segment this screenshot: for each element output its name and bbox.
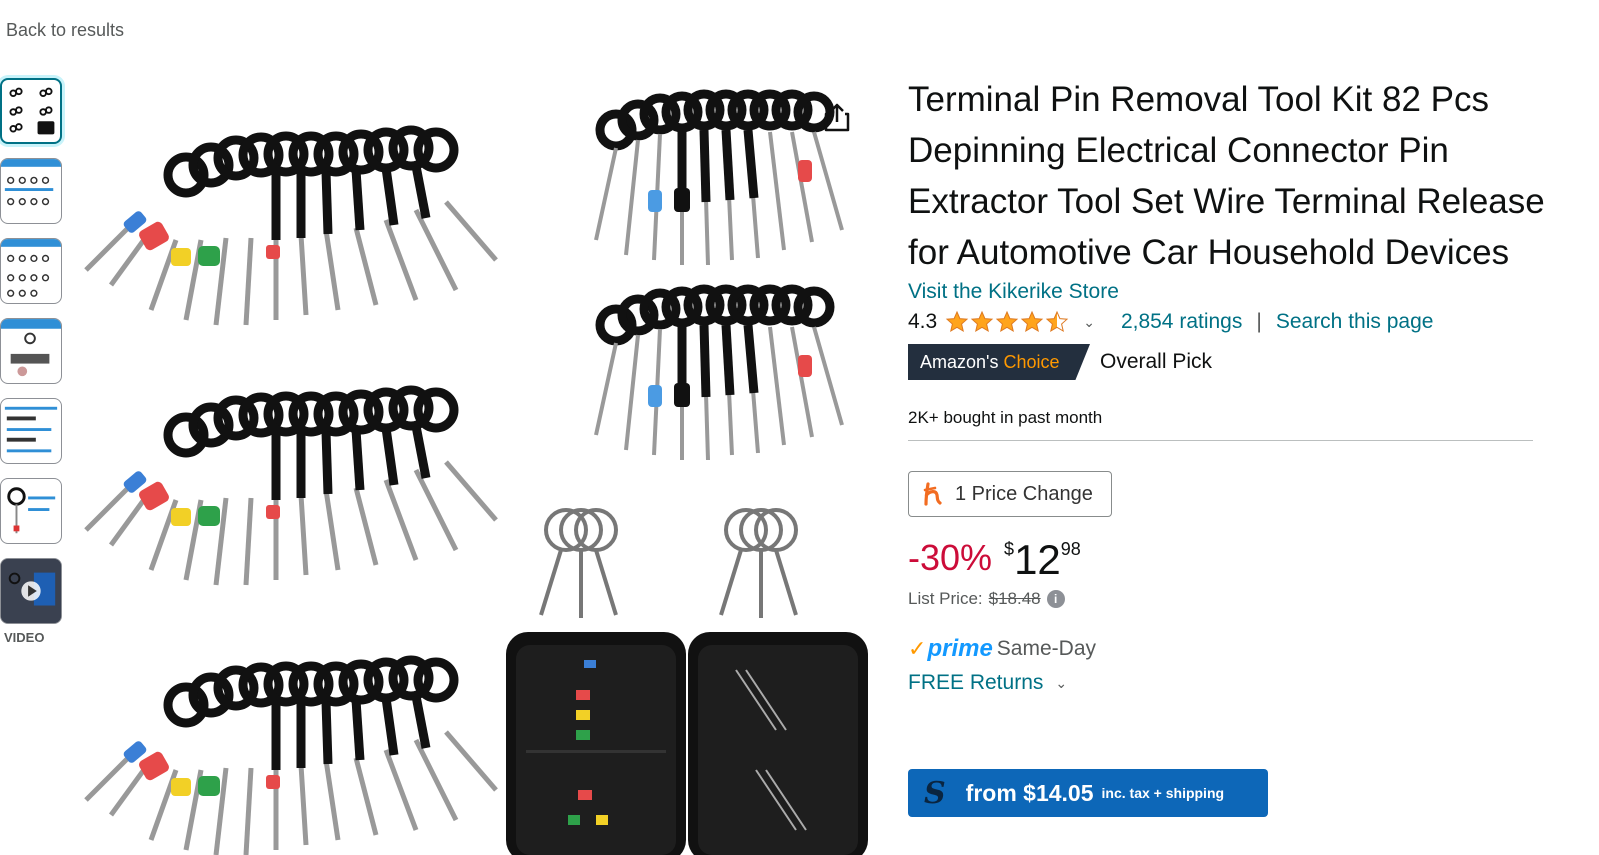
price-change-button[interactable]: 1 Price Change: [908, 471, 1112, 517]
thumb-single-tool[interactable]: [0, 478, 62, 544]
thumb-usage[interactable]: [0, 318, 62, 384]
free-returns-label: FREE Returns: [908, 671, 1044, 694]
thumb-pin-sizes-2[interactable]: [0, 238, 62, 304]
price-change-label: 1 Price Change: [955, 482, 1093, 505]
product-main-image[interactable]: [76, 70, 876, 855]
thumb-kits-grid[interactable]: [0, 78, 62, 144]
badge-choice-text: Choice: [1003, 352, 1060, 372]
list-price-row: List Price: $18.48 i: [908, 589, 1548, 609]
list-price-value: $18.48: [988, 589, 1041, 608]
shopping-s-icon: S: [924, 775, 946, 811]
free-returns-link[interactable]: FREE Returns ⌄: [908, 671, 1548, 695]
search-this-page-link[interactable]: Search this page: [1276, 310, 1434, 334]
price-row: -30% $ 12 98: [908, 537, 1548, 583]
amazons-choice-badge[interactable]: Amazon's Choice: [908, 344, 1090, 380]
badge-prefix: Amazon's: [920, 352, 1004, 372]
back-to-results-link[interactable]: Back to results: [6, 20, 124, 41]
star-rating[interactable]: [945, 310, 1069, 334]
share-icon: [824, 103, 850, 132]
chevron-down-icon[interactable]: ⌄: [1083, 314, 1095, 331]
thumbnail-gallery: VIDEO: [0, 78, 64, 645]
shop-from-price: from $14.05: [965, 779, 1094, 806]
share-button[interactable]: [818, 98, 856, 136]
shop-tax-note: inc. tax + shipping: [1101, 785, 1225, 801]
prime-row: ✓ prime Same-Day: [908, 635, 1548, 663]
chevron-down-icon: ⌄: [1055, 674, 1068, 691]
thumb-instructions[interactable]: [0, 398, 62, 464]
discount-percent: -30%: [908, 537, 993, 578]
star-full-icon: [1021, 310, 1044, 333]
divider: [908, 440, 1533, 441]
price-fraction: 98: [1060, 539, 1081, 559]
ratings-count-link[interactable]: 2,854 ratings: [1121, 310, 1242, 334]
prime-label: prime: [927, 635, 993, 662]
price-whole: 12: [1014, 536, 1061, 583]
price-currency: $: [1004, 539, 1015, 559]
prime-check-icon: ✓: [908, 636, 927, 661]
product-details: Terminal Pin Removal Tool Kit 82 Pcs Dep…: [908, 74, 1548, 695]
badge-row: Amazon's Choice Overall Pick: [908, 344, 1548, 380]
prime-logo: ✓ prime: [908, 635, 993, 663]
star-full-icon: [996, 310, 1019, 333]
info-icon[interactable]: i: [1046, 590, 1065, 608]
star-full-icon: [971, 310, 994, 333]
shop-from-button[interactable]: S from $14.05 inc. tax + shipping: [908, 769, 1268, 817]
rating-row: 4.3 ⌄ 2,854 ratings | Search this page: [908, 310, 1548, 334]
star-full-icon: [946, 310, 969, 333]
overall-pick-label: Overall Pick: [1100, 350, 1213, 373]
honey-h-icon: [923, 482, 942, 506]
same-day-label: Same-Day: [996, 637, 1096, 660]
product-title: Terminal Pin Removal Tool Kit 82 Pcs Dep…: [908, 80, 1545, 272]
list-price-label: List Price:: [908, 589, 983, 608]
thumb-video[interactable]: [0, 558, 62, 624]
rating-value: 4.3: [908, 310, 938, 333]
star-half-icon: [1046, 310, 1069, 333]
store-link[interactable]: Visit the Kikerike Store: [908, 280, 1548, 304]
bought-past-month: 2K+ bought in past month: [908, 408, 1103, 427]
separator: |: [1256, 310, 1262, 333]
video-label: VIDEO: [4, 630, 45, 645]
thumb-pin-sizes[interactable]: [0, 158, 62, 224]
